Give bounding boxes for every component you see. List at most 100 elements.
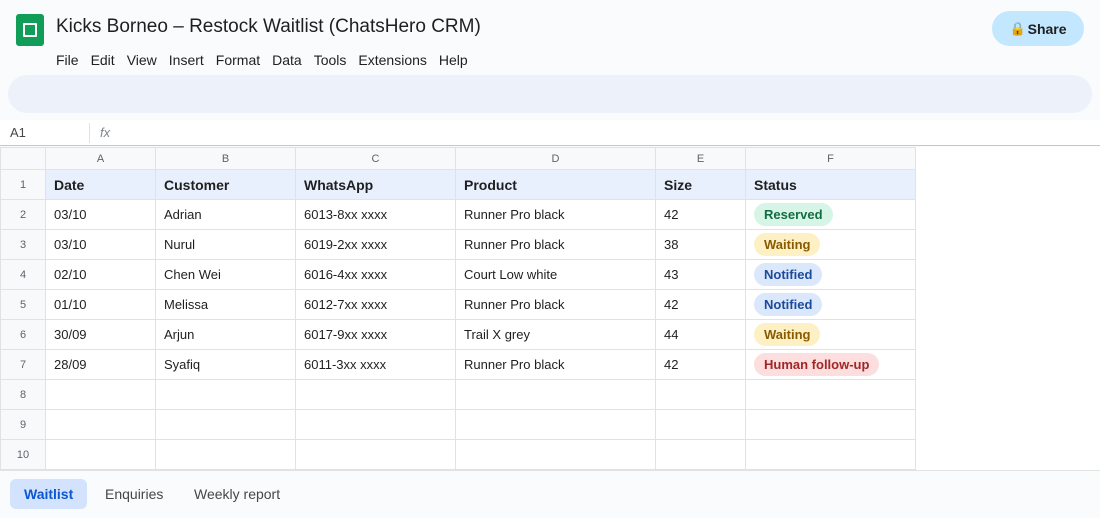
- cell-size[interactable]: 38: [655, 229, 746, 260]
- menu-help[interactable]: Help: [433, 50, 474, 70]
- cell-customer[interactable]: Nurul: [155, 229, 296, 260]
- cell-customer[interactable]: Melissa: [155, 289, 296, 320]
- status-cell[interactable]: Notified: [745, 289, 916, 320]
- empty-cell[interactable]: [745, 379, 916, 410]
- row-header-9[interactable]: 9: [0, 409, 46, 440]
- share-button[interactable]: 🔒 Share: [992, 11, 1084, 46]
- cell-date[interactable]: 28/09: [45, 349, 156, 380]
- cell-product[interactable]: Trail X grey: [455, 319, 656, 350]
- status-cell[interactable]: Waiting: [745, 319, 916, 350]
- row-header-1[interactable]: 1: [0, 169, 46, 200]
- menu-tools[interactable]: Tools: [308, 50, 353, 70]
- cell-whatsapp[interactable]: 6017-9xx xxxx: [295, 319, 456, 350]
- status-cell[interactable]: Human follow-up: [745, 349, 916, 380]
- empty-cell[interactable]: [45, 379, 156, 410]
- empty-cell[interactable]: [45, 439, 156, 470]
- column-header-f[interactable]: F: [745, 147, 916, 170]
- cell-date[interactable]: 01/10: [45, 289, 156, 320]
- row-header-2[interactable]: 2: [0, 199, 46, 230]
- table-row: 2 03/10 Adrian 6013-8xx xxxx Runner Pro blac…: [0, 199, 916, 230]
- document-title[interactable]: Kicks Borneo – Restock Waitlist (ChatsHe…: [56, 16, 481, 38]
- empty-cell[interactable]: [455, 379, 656, 410]
- cell-customer[interactable]: Adrian: [155, 199, 296, 230]
- header-cell-product[interactable]: Product: [455, 169, 656, 200]
- cell-product[interactable]: Runner Pro black: [455, 229, 656, 260]
- cell-size[interactable]: 44: [655, 319, 746, 350]
- empty-cell[interactable]: [155, 379, 296, 410]
- menu-insert[interactable]: Insert: [163, 50, 210, 70]
- menu-view[interactable]: View: [121, 50, 163, 70]
- menu-edit[interactable]: Edit: [85, 50, 121, 70]
- cell-whatsapp[interactable]: 6012-7xx xxxx: [295, 289, 456, 320]
- cell-customer[interactable]: Syafiq: [155, 349, 296, 380]
- column-header-d[interactable]: D: [455, 147, 656, 170]
- sheet-tab-enquiries[interactable]: Enquiries: [91, 479, 177, 509]
- empty-cell[interactable]: [455, 409, 656, 440]
- empty-cell[interactable]: [155, 409, 296, 440]
- column-header-b[interactable]: B: [155, 147, 296, 170]
- spreadsheet-grid: ABCDEF 1 Date Customer WhatsApp Product Size S…: [0, 147, 1100, 470]
- select-all-corner[interactable]: [0, 147, 46, 170]
- table-row: 5 01/10 Melissa 6012-7xx xxxx Runner Pro bla…: [0, 289, 916, 320]
- row-header-8[interactable]: 8: [0, 379, 46, 410]
- cell-whatsapp[interactable]: 6011-3xx xxxx: [295, 349, 456, 380]
- cell-product[interactable]: Runner Pro black: [455, 289, 656, 320]
- header-cell-whatsapp[interactable]: WhatsApp: [295, 169, 456, 200]
- cell-whatsapp[interactable]: 6013-8xx xxxx: [295, 199, 456, 230]
- table-row: 7 28/09 Syafiq 6011-3xx xxxx Runner Pro blac…: [0, 349, 916, 380]
- empty-cell[interactable]: [295, 439, 456, 470]
- empty-cell[interactable]: [45, 409, 156, 440]
- cell-customer[interactable]: Arjun: [155, 319, 296, 350]
- sheets-logo-icon[interactable]: [16, 14, 44, 46]
- empty-cell[interactable]: [655, 409, 746, 440]
- status-cell[interactable]: Waiting: [745, 229, 916, 260]
- cell-whatsapp[interactable]: 6016-4xx xxxx: [295, 259, 456, 290]
- menu-file[interactable]: File: [50, 50, 85, 70]
- name-box[interactable]: A1: [10, 125, 26, 140]
- sheet-tab-weekly-report[interactable]: Weekly report: [180, 479, 294, 509]
- cell-size[interactable]: 42: [655, 349, 746, 380]
- header-cell-status[interactable]: Status: [745, 169, 916, 200]
- cell-product[interactable]: Runner Pro black: [455, 349, 656, 380]
- cell-whatsapp[interactable]: 6019-2xx xxxx: [295, 229, 456, 260]
- empty-cell[interactable]: [655, 379, 746, 410]
- menu-extensions[interactable]: Extensions: [352, 50, 432, 70]
- cell-date[interactable]: 02/10: [45, 259, 156, 290]
- empty-cell[interactable]: [155, 439, 296, 470]
- cell-size[interactable]: 42: [655, 289, 746, 320]
- menu-format[interactable]: Format: [210, 50, 266, 70]
- cell-product[interactable]: Runner Pro black: [455, 199, 656, 230]
- cell-product[interactable]: Court Low white: [455, 259, 656, 290]
- status-cell[interactable]: Notified: [745, 259, 916, 290]
- sheet-tab-waitlist[interactable]: Waitlist: [10, 479, 88, 509]
- column-header-c[interactable]: C: [295, 147, 456, 170]
- cell-date[interactable]: 03/10: [45, 199, 156, 230]
- row-header-10[interactable]: 10: [0, 439, 46, 470]
- row-header-3[interactable]: 3: [0, 229, 46, 260]
- column-header-e[interactable]: E: [655, 147, 746, 170]
- column-header-a[interactable]: A: [45, 147, 156, 170]
- status-badge: Waiting: [754, 233, 821, 256]
- row-header-7[interactable]: 7: [0, 349, 46, 380]
- header-cell-customer[interactable]: Customer: [155, 169, 296, 200]
- header-cell-date[interactable]: Date: [45, 169, 156, 200]
- header-cell-size[interactable]: Size: [655, 169, 746, 200]
- menu-data[interactable]: Data: [266, 50, 308, 70]
- cell-date[interactable]: 03/10: [45, 229, 156, 260]
- empty-cell[interactable]: [295, 379, 456, 410]
- empty-cell[interactable]: [295, 409, 456, 440]
- cell-date[interactable]: 30/09: [45, 319, 156, 350]
- empty-cell[interactable]: [455, 439, 656, 470]
- empty-cell[interactable]: [655, 439, 746, 470]
- row-header-6[interactable]: 6: [0, 319, 46, 350]
- empty-cell[interactable]: [745, 439, 916, 470]
- status-cell[interactable]: Reserved: [745, 199, 916, 230]
- empty-cell[interactable]: [745, 409, 916, 440]
- cell-customer[interactable]: Chen Wei: [155, 259, 296, 290]
- row-header-5[interactable]: 5: [0, 289, 46, 320]
- toolbar: [8, 75, 1092, 113]
- menu-bar: File Edit View Insert Format Data Tools …: [50, 50, 474, 70]
- row-header-4[interactable]: 4: [0, 259, 46, 290]
- cell-size[interactable]: 42: [655, 199, 746, 230]
- cell-size[interactable]: 43: [655, 259, 746, 290]
